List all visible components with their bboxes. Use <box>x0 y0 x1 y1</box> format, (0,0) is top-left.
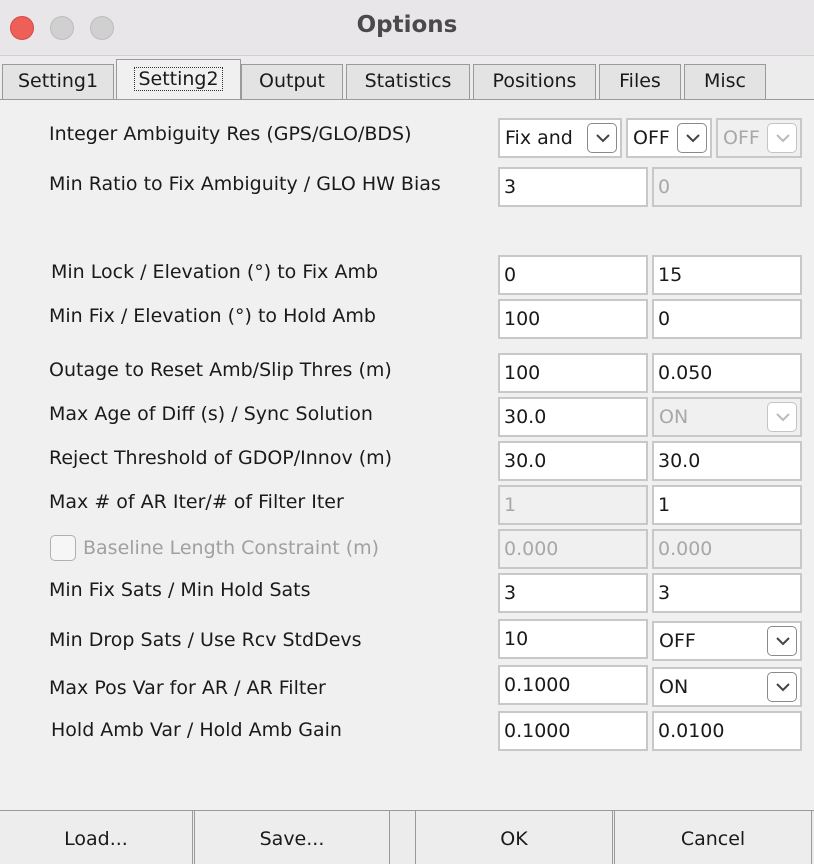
min-lock-label: Min Lock / Elevation (°) to Fix Amb <box>51 261 379 283</box>
ratio-input[interactable]: 3 <box>498 167 648 207</box>
ar-mode-bds-select: OFF <box>716 118 802 158</box>
save-button[interactable]: Save... <box>194 811 390 864</box>
ar-iter-input: 1 <box>498 485 648 525</box>
ar-mode-label: Integer Ambiguity Res (GPS/GLO/BDS) <box>49 123 412 145</box>
min-fix-label: Min Fix / Elevation (°) to Hold Amb <box>49 305 376 327</box>
select-value: OFF <box>659 630 696 652</box>
tab-misc[interactable]: Misc <box>684 64 766 100</box>
tab-label: Files <box>619 70 661 92</box>
outage-input[interactable]: 100 <box>498 353 648 393</box>
elevation-hold-input[interactable]: 0 <box>652 299 802 339</box>
chevron-down-icon <box>587 123 617 153</box>
button-label: Cancel <box>680 828 746 850</box>
min-lock-input[interactable]: 0 <box>498 255 648 295</box>
tab-statistics[interactable]: Statistics <box>346 64 470 100</box>
hold-amb-var-input[interactable]: 0.1000 <box>498 711 648 751</box>
select-value: ON <box>659 406 689 428</box>
chevron-down-icon <box>767 402 797 432</box>
title-bar: Options <box>0 0 814 56</box>
tab-files[interactable]: Files <box>599 64 681 100</box>
chevron-down-icon <box>767 626 797 656</box>
select-value: ON <box>659 676 689 698</box>
glo-hw-bias-input: 0 <box>652 167 802 207</box>
ar-mode-glo-select[interactable]: OFF <box>626 118 712 158</box>
select-value: OFF <box>633 127 670 149</box>
select-value: Fix and <box>505 127 573 149</box>
max-age-label: Max Age of Diff (s) / Sync Solution <box>49 403 373 425</box>
rcv-stddevs-select[interactable]: OFF <box>652 621 802 661</box>
button-label: Load... <box>64 828 128 850</box>
min-hold-sats-input[interactable]: 3 <box>652 573 802 613</box>
sync-solution-select: ON <box>652 397 802 437</box>
chevron-down-icon <box>767 672 797 702</box>
baseline-length-input: 0.000 <box>498 529 648 569</box>
hold-amb-gain-input[interactable]: 0.0100 <box>652 711 802 751</box>
baseline-constraint-checkbox <box>50 535 76 561</box>
tab-strip: Setting1 Setting2 Output Statistics Posi… <box>0 56 814 101</box>
min-fix-sats-input[interactable]: 3 <box>498 573 648 613</box>
tab-label: Positions <box>492 70 577 92</box>
ratio-label: Min Ratio to Fix Ambiguity / GLO HW Bias <box>49 173 441 195</box>
tab-label: Statistics <box>364 70 452 92</box>
select-value: OFF <box>723 127 760 149</box>
tab-setting2[interactable]: Setting2 <box>116 59 241 101</box>
baseline-constraint-label: Baseline Length Constraint (m) <box>83 537 380 559</box>
tab-label: Misc <box>703 70 747 92</box>
ar-filter-select[interactable]: ON <box>652 667 802 707</box>
tab-label: Setting2 <box>134 67 223 91</box>
chevron-down-icon <box>677 123 707 153</box>
button-label: Save... <box>259 828 325 850</box>
min-sats-label: Min Fix Sats / Min Hold Sats <box>49 579 311 601</box>
ar-mode-gps-select[interactable]: Fix and <box>498 118 622 158</box>
elevation-fix-input[interactable]: 15 <box>652 255 802 295</box>
tab-output[interactable]: Output <box>241 64 343 100</box>
max-pos-var-input[interactable]: 0.1000 <box>498 665 648 705</box>
filter-iter-input[interactable]: 1 <box>652 485 802 525</box>
tab-setting1[interactable]: Setting1 <box>2 64 114 100</box>
max-iter-label: Max # of AR Iter/# of Filter Iter <box>49 491 344 513</box>
ok-button[interactable]: OK <box>415 811 613 864</box>
button-bar: Load... Save... OK Cancel <box>0 810 814 864</box>
reject-gdop-input[interactable]: 30.0 <box>498 441 648 481</box>
min-drop-sats-label: Min Drop Sats / Use Rcv StdDevs <box>49 629 362 651</box>
max-pos-var-label: Max Pos Var for AR / AR Filter <box>49 677 326 699</box>
cancel-button[interactable]: Cancel <box>614 811 812 864</box>
reject-innov-input[interactable]: 30.0 <box>652 441 802 481</box>
reject-threshold-label: Reject Threshold of GDOP/Innov (m) <box>49 447 393 469</box>
tab-positions[interactable]: Positions <box>473 64 596 100</box>
slip-threshold-input[interactable]: 0.050 <box>652 353 802 393</box>
min-fix-input[interactable]: 100 <box>498 299 648 339</box>
outage-label: Outage to Reset Amb/Slip Thres (m) <box>49 359 392 381</box>
baseline-sigma-input: 0.000 <box>652 529 802 569</box>
window-title: Options <box>356 12 458 38</box>
button-label: OK <box>500 828 528 850</box>
chevron-down-icon <box>767 123 797 153</box>
max-age-input[interactable]: 30.0 <box>498 397 648 437</box>
load-button[interactable]: Load... <box>0 811 193 864</box>
tab-label: Output <box>259 70 325 92</box>
setting2-panel: Integer Ambiguity Res (GPS/GLO/BDS) Fix … <box>0 99 814 811</box>
hold-amb-label: Hold Amb Var / Hold Amb Gain <box>51 719 342 741</box>
tab-label: Setting1 <box>17 70 99 92</box>
min-drop-sats-input[interactable]: 10 <box>498 619 648 659</box>
